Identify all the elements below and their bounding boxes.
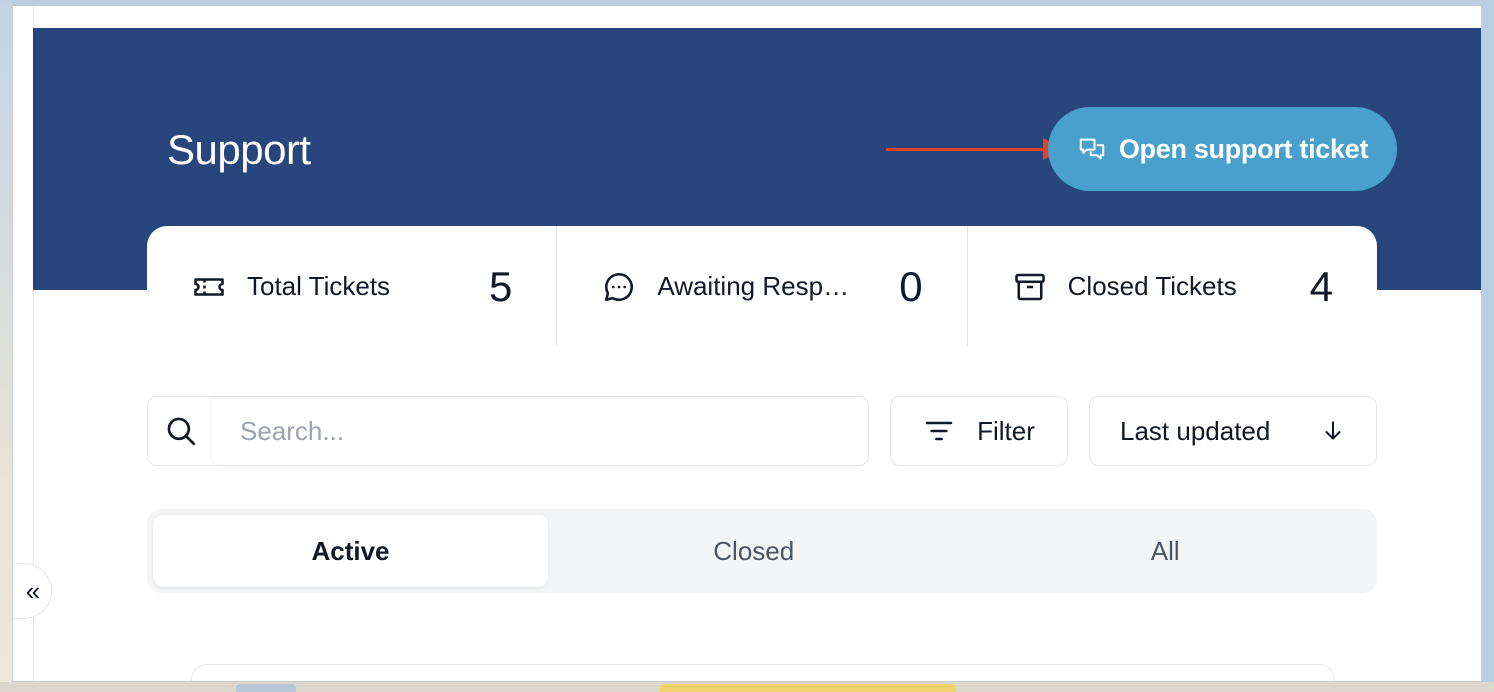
stat-awaiting-response: Awaiting Response 0 (557, 226, 968, 347)
filter-lines-icon (925, 421, 953, 441)
arrow-down-icon (1325, 421, 1341, 440)
search-input[interactable] (212, 397, 868, 465)
sort-label: Last updated (1120, 415, 1271, 446)
archive-box-icon (1014, 273, 1045, 300)
taskbar-item (660, 684, 956, 692)
ticket-status-tabs: Active Closed All (147, 509, 1377, 593)
double-chevron-left-icon: « (25, 575, 41, 606)
message-bubble-icon (605, 272, 634, 301)
filter-label: Filter (977, 415, 1035, 446)
stat-label: Awaiting Response (657, 271, 853, 301)
ticket-icon (194, 277, 224, 296)
search-box (147, 396, 869, 466)
stat-closed-tickets: Closed Tickets 4 (968, 226, 1377, 347)
filter-button[interactable]: Filter (890, 396, 1068, 466)
sort-dropdown[interactable]: Last updated (1089, 396, 1377, 466)
stat-total-tickets: Total Tickets 5 (147, 226, 558, 347)
tab-closed[interactable]: Closed (548, 515, 960, 587)
tab-active[interactable]: Active (153, 515, 548, 587)
stat-label: Total Tickets (247, 271, 391, 301)
stat-label: Closed Tickets (1067, 271, 1237, 301)
ticket-list-card (191, 664, 1335, 681)
stat-value: 5 (488, 262, 513, 310)
chat-bubbles-icon (1079, 138, 1105, 160)
open-support-ticket-label: Open support ticket (1118, 133, 1369, 164)
desktop-background (0, 0, 12, 692)
tab-all[interactable]: All (960, 515, 1372, 587)
stat-value: 0 (899, 262, 923, 310)
stat-value: 4 (1309, 262, 1333, 310)
taskbar-item (236, 684, 296, 692)
annotation-arrow-line (886, 148, 1046, 151)
stats-card: Total Tickets 5 Awaiting Response 0 Clos… (147, 226, 1377, 347)
page-title: Support (167, 126, 311, 173)
collapse-sidebar-button[interactable]: « (13, 563, 52, 619)
open-support-ticket-button[interactable]: Open support ticket (1048, 107, 1397, 191)
browser-window: Support Open support ticket Total Ticket… (12, 5, 1482, 682)
search-icon (167, 417, 196, 446)
